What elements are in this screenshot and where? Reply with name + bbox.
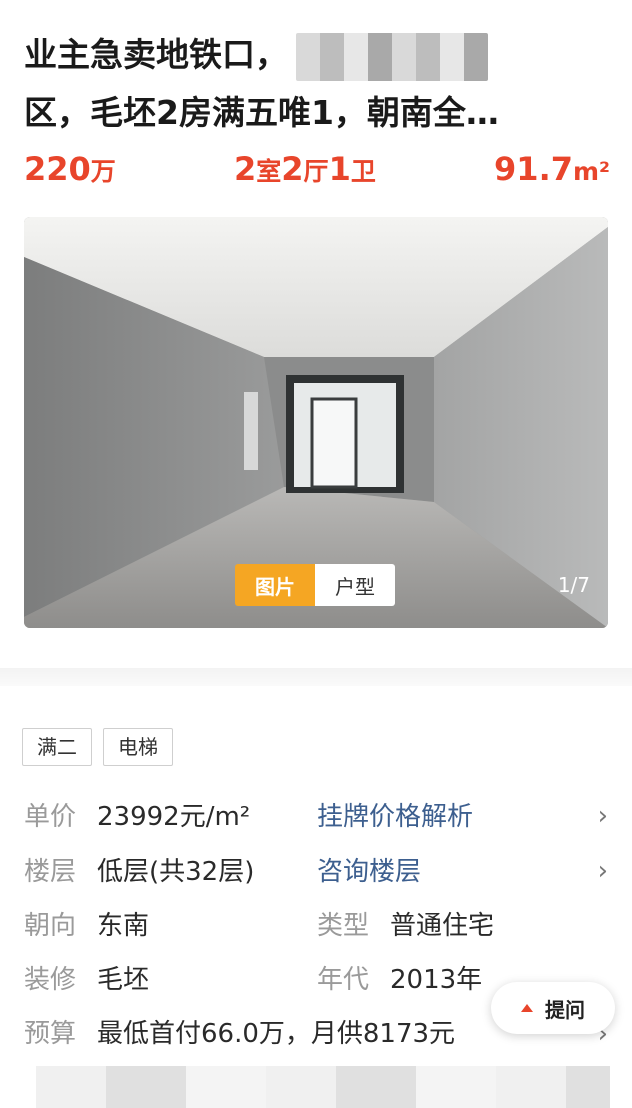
detail-label: 预算 (24, 1019, 77, 1049)
caret-up-icon (521, 1004, 533, 1012)
detail-row-floor: 楼层 低层(共32层) (24, 852, 254, 892)
floor-area: 91.7m² (494, 150, 610, 188)
photo-counter: 1/7 (557, 573, 590, 597)
tab-floorplan[interactable]: 户型 (315, 564, 395, 606)
gallery-tab-switch: 图片 户型 (235, 564, 395, 606)
listing-photo-gallery[interactable]: 图片 户型 1/7 (24, 217, 608, 628)
tag-item: 满二 (22, 728, 92, 766)
detail-value: 普通住宅 (390, 911, 495, 941)
price-analysis-link[interactable]: 挂牌价格解析 (317, 797, 473, 837)
detail-value: 东南 (97, 911, 150, 941)
detail-label: 朝向 (24, 911, 77, 941)
detail-row-unit-price: 单价 23992元/m² (24, 797, 250, 837)
detail-row-decoration: 装修 毛坯 (24, 960, 149, 1000)
detail-row-orientation: 朝向 东南 (24, 906, 149, 946)
listing-title: 业主急卖地铁口， 区，毛坯2房满五唯1，朝南全… (24, 26, 614, 142)
chevron-right-icon[interactable]: › (598, 796, 608, 836)
tab-photos[interactable]: 图片 (235, 564, 315, 606)
detail-row-budget[interactable]: 预算 最低首付66.0万，月供8173元 (24, 1014, 455, 1054)
key-facts-row: 220万 2室2厅1卫 91.7m² (24, 150, 610, 196)
tag-item: 电梯 (103, 728, 173, 766)
ask-question-button[interactable]: 提问 (491, 982, 615, 1034)
chevron-right-icon[interactable]: › (598, 851, 608, 891)
detail-label: 楼层 (24, 857, 77, 887)
ask-button-label: 提问 (545, 997, 585, 1022)
detail-value: 2013年 (390, 965, 483, 995)
detail-row-type: 类型 普通住宅 (317, 906, 494, 946)
listing-title-line-1: 业主急卖地铁口， (24, 26, 614, 84)
detail-value: 低层(共32层) (97, 857, 255, 887)
section-divider (0, 668, 632, 686)
room-layout: 2室2厅1卫 (234, 150, 376, 188)
detail-value: 最低首付66.0万，月供8173元 (97, 1019, 456, 1049)
detail-row-year: 年代 2013年 (317, 960, 482, 1000)
detail-label: 年代 (317, 965, 370, 995)
detail-label: 类型 (317, 911, 370, 941)
detail-value: 23992元/m² (97, 802, 251, 832)
redacted-blur (296, 32, 488, 81)
detail-label: 单价 (24, 802, 77, 832)
listing-title-line-2: 区，毛坯2房满五唯1，朝南全… (24, 93, 499, 132)
detail-label: 装修 (24, 965, 77, 995)
total-price: 220万 (24, 150, 116, 188)
redacted-blur (36, 1066, 610, 1108)
consult-floor-link[interactable]: 咨询楼层 (317, 852, 421, 892)
detail-value: 毛坯 (97, 965, 150, 995)
feature-tags: 满二 电梯 (22, 728, 173, 766)
